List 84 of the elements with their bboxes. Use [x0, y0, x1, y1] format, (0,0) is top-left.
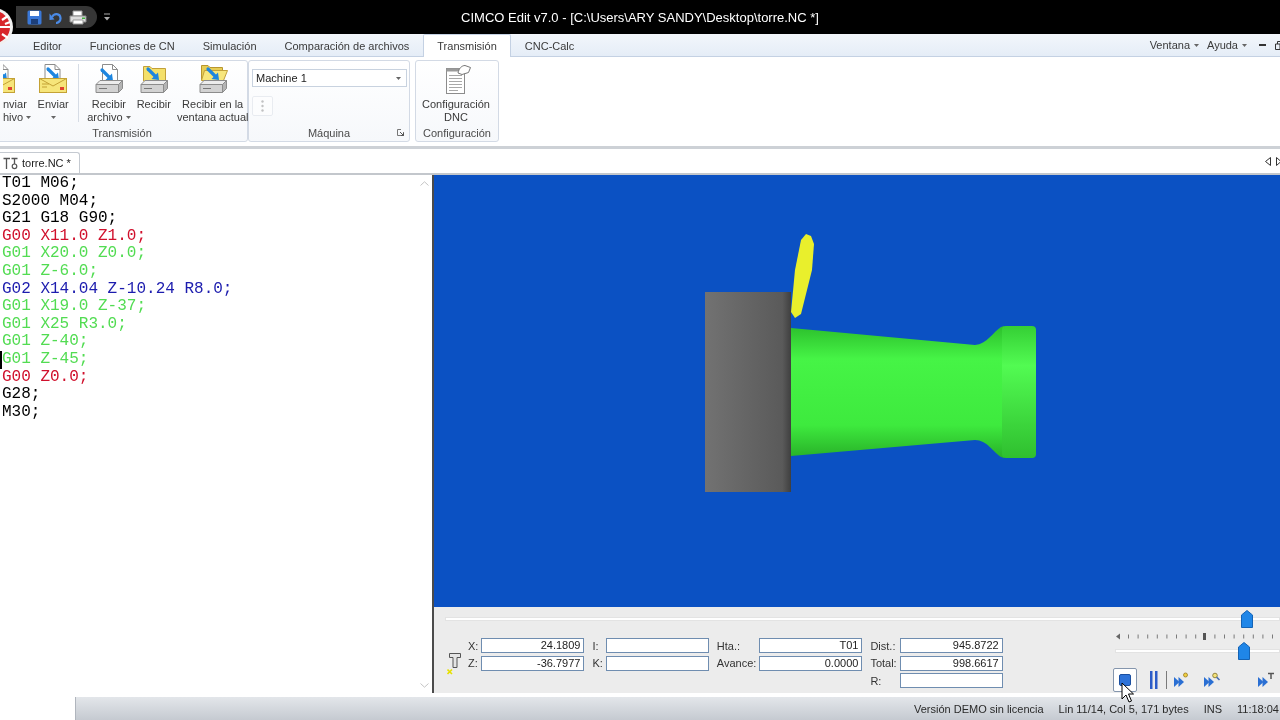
- ribbon-button[interactable]: Configuración DNC: [419, 61, 493, 125]
- readout-field: 945.8722: [899, 638, 1003, 653]
- ribbon-tab[interactable]: Simulación: [188, 34, 271, 56]
- group-label: Máquina: [307, 126, 351, 139]
- readout-field: 24.1809: [481, 638, 585, 653]
- code-line: G00 Z0.0;: [1, 368, 89, 387]
- caret-icon: [125, 116, 131, 119]
- code-line: M30;: [1, 403, 41, 422]
- slider-thumb[interactable]: [1240, 610, 1253, 628]
- code-line: G21 G18 G90;: [1, 210, 118, 228]
- forward-magnifier-icon: [1203, 672, 1221, 688]
- ribbon-button[interactable]: Recibir archivo: [84, 61, 134, 125]
- undo-icon[interactable]: [49, 10, 62, 24]
- status-text: 11:18:04: [1237, 702, 1279, 715]
- caret-icon: [396, 76, 401, 80]
- caret-icon: [50, 116, 56, 119]
- readout-field: 0.0000: [759, 655, 863, 671]
- ribbon-tab[interactable]: Funciones de CN: [75, 34, 189, 56]
- code-line: G28;: [1, 386, 41, 404]
- status-text: Lin 11/14, Col 5, 171 bytes: [1058, 702, 1189, 715]
- document-envelope-icon: [3, 63, 17, 95]
- machine-dropdown[interactable]: Machine 1: [252, 69, 407, 87]
- field-label: Dist.:: [870, 639, 897, 652]
- pause-icon: [1150, 671, 1158, 689]
- group-label: Transmisión: [92, 126, 152, 139]
- caret-icon: [1242, 43, 1247, 47]
- caret-icon: [1194, 43, 1199, 47]
- code-line: G01 Z-45;: [0, 350, 89, 369]
- caret-icon: [26, 116, 32, 119]
- folder-drive-icon: [196, 63, 229, 95]
- forward-tool-icon: [1257, 672, 1275, 688]
- readout-field: T01: [759, 638, 863, 653]
- print-icon[interactable]: [69, 9, 87, 25]
- field-label: Z:: [468, 657, 479, 669]
- tool-icon: [447, 652, 462, 676]
- menu-button[interactable]: Ayuda: [1207, 39, 1247, 51]
- slider-thumb[interactable]: [1237, 642, 1250, 660]
- field-label: Total:: [870, 657, 897, 669]
- stop-icon: [1119, 674, 1131, 686]
- code-line: G02 X14.04 Z-10.24 R8.0;: [1, 280, 233, 299]
- code-line: G01 X25 R3.0;: [1, 315, 127, 334]
- code-line: G01 X20.0 Z0.0;: [1, 245, 147, 263]
- window-title: CIMCO Edit v7.0 - [C:\Users\ARY SANDY\Desktop\torre.NC *]: [461, 9, 819, 25]
- stop-button[interactable]: [1113, 668, 1137, 692]
- lathe-tool-icon: [3, 156, 18, 170]
- document-tab[interactable]: torre.NC *: [0, 152, 80, 173]
- ribbon-button[interactable]: Enviar: [34, 61, 73, 125]
- readout-field: 998.6617: [899, 655, 1003, 671]
- readout-field: -36.7977: [481, 655, 585, 671]
- code-line: T01 M06;: [1, 175, 79, 193]
- pause-button[interactable]: [1148, 668, 1160, 692]
- status-text: INS: [1203, 702, 1222, 715]
- code-line: S2000 M04;: [1, 192, 98, 211]
- field-label: R:: [870, 674, 883, 687]
- scroll-left-icon[interactable]: [1265, 157, 1271, 166]
- ribbon-tab[interactable]: CNC-Calc: [510, 34, 589, 56]
- ribbon-tab[interactable]: Transmisión: [423, 34, 511, 57]
- document-envelope-icon: [37, 63, 70, 95]
- customize-arrow-icon[interactable]: [104, 13, 110, 21]
- group-label: Configuración: [423, 126, 491, 139]
- field-label: X:: [468, 639, 479, 652]
- menu-button[interactable]: Ventana: [1149, 39, 1199, 51]
- forward-dot-icon: [1173, 672, 1189, 688]
- folder-drive-icon: [137, 63, 170, 95]
- ribbon-tab[interactable]: Comparación de archivos: [270, 34, 424, 56]
- code-line: G00 X11.0 Z1.0;: [1, 227, 147, 246]
- save-icon[interactable]: [27, 9, 42, 25]
- vertical-dots-icon: [261, 100, 264, 112]
- status-text: Versión DEMO sin licencia: [913, 702, 1044, 715]
- mouse-pointer-icon: [1121, 682, 1134, 703]
- scroll-right-icon[interactable]: [1276, 157, 1280, 166]
- ribbon-tab[interactable]: Editor: [19, 34, 76, 56]
- code-line: G01 Z-40;: [1, 333, 89, 351]
- field-label: I:: [592, 639, 600, 652]
- ribbon-button[interactable]: Recibir: [133, 61, 174, 125]
- restore-icon[interactable]: [1275, 40, 1280, 50]
- field-label: Hta.:: [716, 639, 742, 652]
- document-drive-icon: [92, 63, 125, 95]
- code-line: G01 Z-6.0;: [1, 262, 98, 281]
- dialog-launcher-icon[interactable]: [397, 129, 404, 136]
- ribbon-button[interactable]: nviar hivo: [0, 61, 35, 125]
- field-label: K:: [592, 657, 603, 669]
- field-label: Avance:: [716, 657, 757, 669]
- code-line: G01 X19.0 Z-37;: [1, 298, 147, 316]
